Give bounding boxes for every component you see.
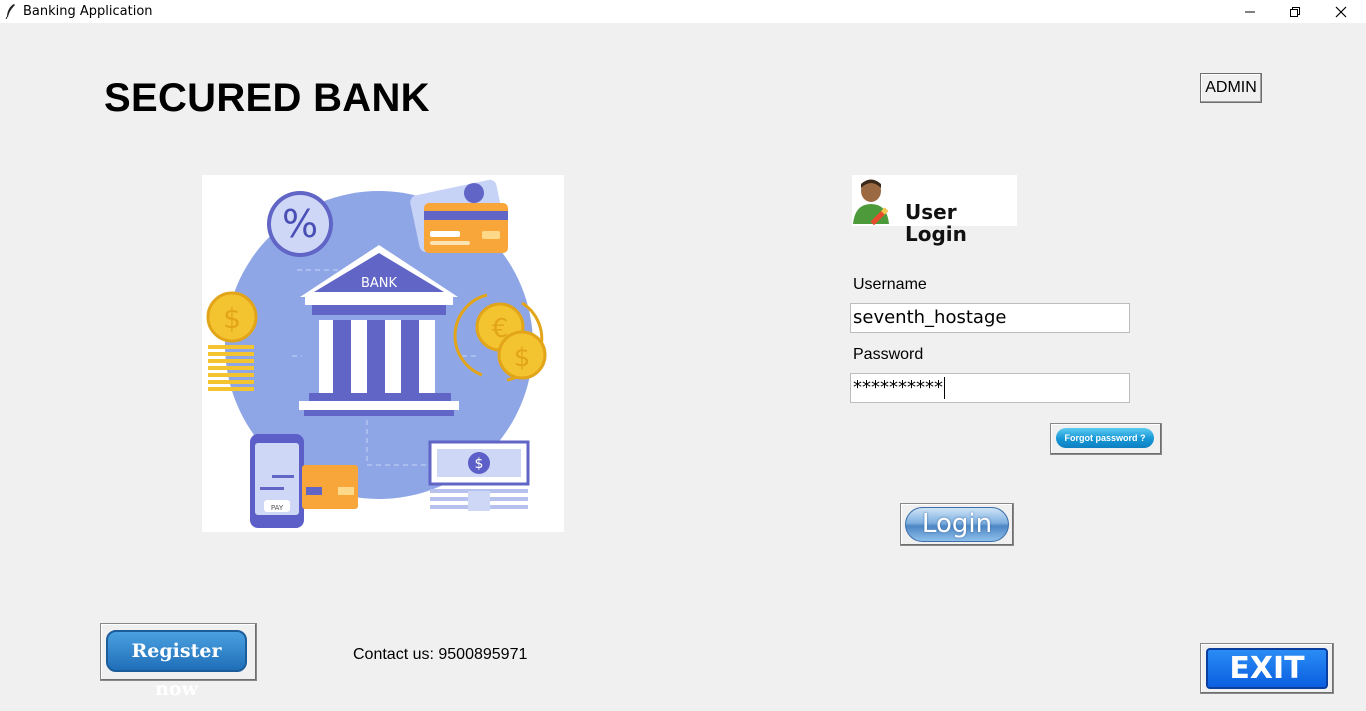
user-login-title: User Login [905, 200, 967, 246]
username-value: seventh_hostage [853, 307, 1007, 328]
register-button[interactable]: Register now [100, 623, 257, 700]
svg-text:$: $ [475, 456, 484, 472]
password-field[interactable]: ********** [850, 373, 1130, 403]
user-login-header: User Login [852, 175, 1017, 245]
restore-button[interactable] [1272, 0, 1318, 23]
svg-text:$: $ [223, 302, 241, 335]
close-icon [1335, 6, 1347, 18]
forgot-password-button[interactable]: Forgot password ? [1050, 423, 1162, 455]
password-label: Password [853, 346, 924, 363]
minimize-icon [1245, 11, 1255, 13]
contact-text: Contact us: 9500895971 [353, 646, 528, 663]
window-titlebar: Banking Application [0, 0, 1366, 23]
bank-illustration: % BANK $ € $ PAY $ [202, 175, 564, 532]
exit-label: EXIT [1206, 648, 1328, 689]
credit-card-icon [410, 179, 508, 253]
feather-icon [5, 4, 15, 19]
cash-register-icon: $ [428, 440, 530, 511]
exit-button[interactable]: EXIT [1200, 643, 1334, 694]
svg-text:%: % [282, 202, 318, 246]
close-button[interactable] [1318, 0, 1364, 23]
password-value: ********** [853, 377, 943, 398]
text-caret [944, 377, 945, 399]
admin-button[interactable]: ADMIN [1200, 73, 1262, 103]
login-label: Login [905, 507, 1009, 542]
window-title: Banking Application [23, 4, 153, 19]
username-field[interactable]: seventh_hostage [850, 303, 1130, 333]
svg-text:BANK: BANK [361, 276, 398, 291]
register-label: Register now [106, 630, 247, 700]
login-button[interactable]: Login [900, 503, 1014, 546]
svg-text:$: $ [514, 343, 531, 373]
page-title: SECURED BANK [104, 76, 430, 120]
user-edit-icon [853, 179, 889, 226]
svg-text:PAY: PAY [271, 504, 284, 512]
restore-icon [1290, 7, 1300, 17]
username-label: Username [853, 276, 927, 293]
forgot-password-label: Forgot password ? [1056, 428, 1154, 448]
minimize-button[interactable] [1227, 0, 1273, 23]
percent-icon: % [267, 191, 333, 257]
